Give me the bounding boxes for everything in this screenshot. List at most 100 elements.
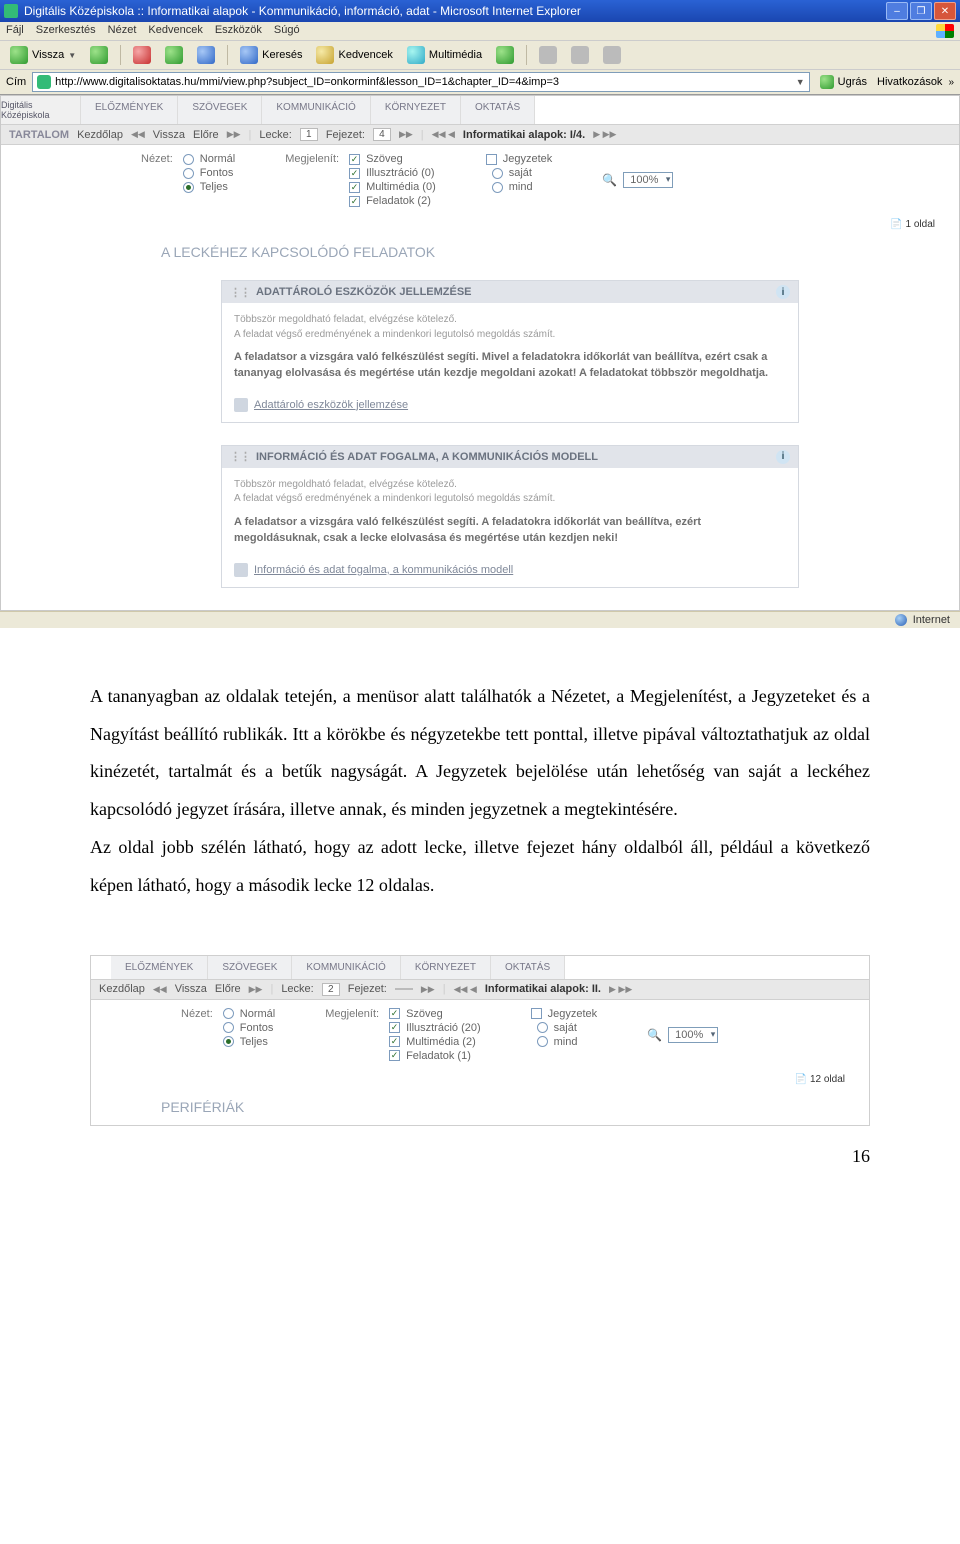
menu-item[interactable]: Kedvencek (148, 24, 202, 38)
media-label: Multimédia (429, 49, 482, 61)
address-input[interactable]: http://www.digitalisoktatas.hu/mmi/view.… (32, 72, 810, 92)
home-button[interactable] (193, 44, 219, 66)
menu-item[interactable]: Szerkesztés (36, 24, 96, 38)
crumb-prev-icon[interactable]: ◀◀ ◀ (454, 984, 477, 995)
history-button[interactable] (492, 44, 518, 66)
jegy-radio-mind[interactable]: mind (492, 181, 553, 193)
tab-kommunikacio[interactable]: KOMMUNIKÁCIÓ (262, 96, 370, 124)
menu-item[interactable]: Súgó (274, 24, 300, 38)
chapter-next-icon[interactable]: ▶▶ (421, 984, 435, 995)
nav-elore[interactable]: Előre (215, 983, 241, 995)
task-link[interactable]: Információ és adat fogalma, a kommunikác… (234, 563, 786, 577)
zoom-select[interactable]: 100% (623, 172, 673, 188)
nav-row: Kezdőlap ◀◀ Vissza Előre ▶▶ | Lecke: 2 F… (91, 979, 869, 1000)
megj-check-illusztracio[interactable]: ✓Illusztráció (20) (389, 1022, 481, 1034)
menu-item[interactable]: Fájl (6, 24, 24, 38)
attachment-icon (234, 563, 248, 577)
nav-next-double-icon[interactable]: ▶▶ (227, 129, 241, 140)
nav-vissza[interactable]: Vissza (175, 983, 207, 995)
megj-check-illusztracio[interactable]: ✓Illusztráció (0) (349, 167, 436, 179)
go-button[interactable]: Ugrás (816, 73, 871, 91)
nav-vissza[interactable]: Vissza (153, 129, 185, 141)
nav-tartalom[interactable]: TARTALOM (9, 129, 69, 141)
megj-check-multimedia[interactable]: ✓Multimédia (2) (389, 1036, 481, 1048)
megj-check-feladatok[interactable]: ✓Feladatok (2) (349, 195, 436, 207)
jegy-radio-sajat[interactable]: saját (537, 1022, 598, 1034)
crumb-prev-icon[interactable]: ◀◀ ◀ (432, 129, 455, 140)
nezet-radio-teljes[interactable]: Teljes (223, 1036, 275, 1048)
zoom-select[interactable]: 100% (668, 1027, 718, 1043)
task-link[interactable]: Adattároló eszközök jellemzése (234, 398, 786, 412)
megj-check-szoveg[interactable]: ✓Szöveg (389, 1008, 481, 1020)
chapter-next-icon[interactable]: ▶▶ (399, 129, 413, 140)
nav-next-double-icon[interactable]: ▶▶ (249, 984, 263, 995)
jegy-radio-mind[interactable]: mind (537, 1036, 598, 1048)
lecke-value[interactable]: 2 (322, 983, 340, 996)
zoom-icon: 🔍 (602, 173, 617, 187)
task-header: ⋮⋮ADATTÁROLÓ ESZKÖZÖK JELLEMZÉSE i (222, 281, 798, 303)
media-icon (407, 46, 425, 64)
page-count: 📄 12 oldal (91, 1070, 869, 1093)
favorites-button[interactable]: Kedvencek (312, 44, 396, 66)
lecke-value[interactable]: 1 (300, 128, 318, 141)
lecke-label: Lecke: (259, 129, 291, 141)
mail-button[interactable] (535, 44, 561, 66)
search-icon (240, 46, 258, 64)
jegy-radio-sajat[interactable]: saját (492, 167, 553, 179)
minimize-button[interactable]: ‒ (886, 2, 908, 20)
nav-kezdolap[interactable]: Kezdőlap (99, 983, 145, 995)
breadcrumb: Informatikai alapok: I/4. (463, 129, 585, 141)
jegy-check-jegyzetek[interactable]: Jegyzetek (486, 153, 553, 165)
info-icon[interactable]: i (776, 285, 790, 299)
crumb-next-icon[interactable]: ▶ ▶▶ (609, 984, 632, 995)
megj-check-feladatok[interactable]: ✓Feladatok (1) (389, 1050, 481, 1062)
close-button[interactable]: ✕ (934, 2, 956, 20)
nav-prev-double-icon[interactable]: ◀◀ (131, 129, 145, 140)
search-button[interactable]: Keresés (236, 44, 306, 66)
tab-kommunikacio[interactable]: KOMMUNIKÁCIÓ (292, 956, 400, 979)
stop-button[interactable] (129, 44, 155, 66)
menu-item[interactable]: Eszközök (215, 24, 262, 38)
task-meta: Többször megoldható feladat, elvégzése k… (234, 478, 786, 507)
nav-elore[interactable]: Előre (193, 129, 219, 141)
tab-kornyezet[interactable]: KÖRNYEZET (371, 96, 461, 124)
nav-prev-double-icon[interactable]: ◀◀ (153, 984, 167, 995)
fejezet-label: Fejezet: (326, 129, 365, 141)
megj-check-multimedia[interactable]: ✓Multimédia (0) (349, 181, 436, 193)
back-label: Vissza (32, 49, 64, 61)
nezet-radio-fontos[interactable]: Fontos (183, 167, 235, 179)
tab-szovegek[interactable]: SZÖVEGEK (208, 956, 292, 979)
crumb-next-icon[interactable]: ▶ ▶▶ (593, 129, 616, 140)
edit-button[interactable] (599, 44, 625, 66)
info-icon[interactable]: i (776, 450, 790, 464)
jegy-check-jegyzetek[interactable]: Jegyzetek (531, 1008, 598, 1020)
grip-icon: ⋮⋮ (230, 286, 250, 299)
grip-icon: ⋮⋮ (230, 450, 250, 463)
menubar: Fájl Szerkesztés Nézet Kedvencek Eszközö… (0, 22, 960, 41)
maximize-button[interactable]: ❐ (910, 2, 932, 20)
windows-flag-icon (936, 24, 954, 38)
forward-button[interactable] (86, 44, 112, 66)
print-icon (571, 46, 589, 64)
tab-elozmenyek[interactable]: ELŐZMÉNYEK (81, 96, 178, 124)
nezet-radio-normal[interactable]: Normál (183, 153, 235, 165)
tab-oktatas[interactable]: OKTATÁS (461, 96, 535, 124)
nezet-radio-teljes[interactable]: Teljes (183, 181, 235, 193)
nav-kezdolap[interactable]: Kezdőlap (77, 129, 123, 141)
jegyzetek-group: Jegyzetek saját mind (531, 1008, 598, 1062)
nezet-radio-normal[interactable]: Normál (223, 1008, 275, 1020)
menu-item[interactable]: Nézet (108, 24, 137, 38)
nezet-radio-fontos[interactable]: Fontos (223, 1022, 275, 1034)
tab-szovegek[interactable]: SZÖVEGEK (178, 96, 262, 124)
fejezet-value[interactable]: 4 (373, 128, 391, 141)
tab-oktatas[interactable]: OKTATÁS (491, 956, 565, 979)
media-button[interactable]: Multimédia (403, 44, 486, 66)
refresh-button[interactable] (161, 44, 187, 66)
print-button[interactable] (567, 44, 593, 66)
links-label[interactable]: Hivatkozások (877, 76, 942, 88)
tab-elozmenyek[interactable]: ELŐZMÉNYEK (111, 956, 208, 979)
megj-check-szoveg[interactable]: ✓Szöveg (349, 153, 436, 165)
back-button[interactable]: Vissza ▼ (6, 44, 80, 66)
fejezet-value[interactable] (395, 988, 413, 990)
tab-kornyezet[interactable]: KÖRNYEZET (401, 956, 491, 979)
